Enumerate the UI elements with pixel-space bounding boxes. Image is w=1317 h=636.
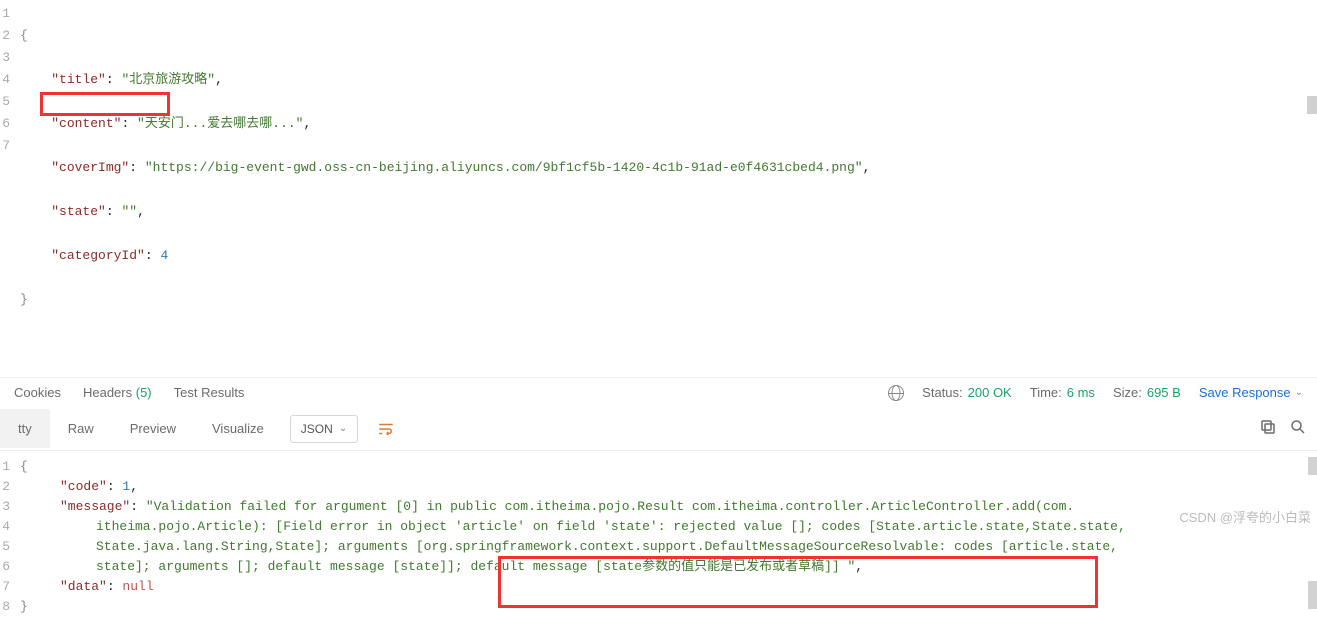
- scrollbar-thumb[interactable]: [1308, 457, 1317, 475]
- view-tab-preview[interactable]: Preview: [112, 409, 194, 448]
- tab-cookies[interactable]: Cookies: [14, 385, 61, 400]
- wrap-lines-icon[interactable]: [372, 415, 400, 443]
- copy-icon[interactable]: [1259, 418, 1277, 439]
- line-gutter: 1234567: [0, 3, 14, 377]
- status-size: Size: 695 B: [1113, 385, 1181, 400]
- json-value-coverimg: "https://big-event-gwd.oss-cn-beijing.al…: [145, 160, 863, 175]
- json-value-categoryid: 4: [160, 248, 168, 263]
- response-json[interactable]: { "code": 1, "message": "Validation fail…: [14, 457, 1317, 617]
- view-tab-raw[interactable]: Raw: [50, 409, 112, 448]
- tab-headers[interactable]: Headers (5): [83, 385, 152, 400]
- request-body-editor: 1234567 { "title": "北京旅游攻略", "content": …: [0, 0, 1317, 377]
- status-code: Status: 200 OK: [922, 385, 1012, 400]
- request-json[interactable]: { "title": "北京旅游攻略", "content": "天安门...爱…: [14, 3, 1317, 377]
- watermark: CSDN @浮夸的小白菜: [1179, 507, 1311, 526]
- tab-test-results[interactable]: Test Results: [174, 385, 245, 400]
- format-dropdown[interactable]: JSON⌄: [290, 415, 358, 443]
- save-response-button[interactable]: Save Response ⌄: [1199, 385, 1303, 400]
- search-icon[interactable]: [1289, 418, 1307, 439]
- json-value-state: "": [121, 204, 137, 219]
- view-tab-visualize[interactable]: Visualize: [194, 409, 282, 448]
- response-meta-bar: Cookies Headers (5) Test Results Status:…: [0, 377, 1317, 407]
- json-value-title: "北京旅游攻略": [121, 72, 215, 87]
- status-time: Time: 6 ms: [1030, 385, 1095, 400]
- response-view-toolbar: tty Raw Preview Visualize JSON⌄: [0, 407, 1317, 451]
- minimap-marker: [1307, 96, 1317, 114]
- view-tab-pretty[interactable]: tty: [0, 409, 50, 448]
- response-line-gutter: 12345678: [0, 457, 14, 617]
- response-body: 12345678 { "code": 1, "message": "Valida…: [0, 451, 1317, 636]
- scrollbar-thumb[interactable]: [1308, 581, 1317, 609]
- chevron-down-icon: ⌄: [1295, 387, 1303, 398]
- chevron-down-icon: ⌄: [339, 423, 347, 434]
- globe-icon[interactable]: [888, 385, 904, 401]
- json-value-content: "天安门...爱去哪去哪...": [137, 116, 303, 131]
